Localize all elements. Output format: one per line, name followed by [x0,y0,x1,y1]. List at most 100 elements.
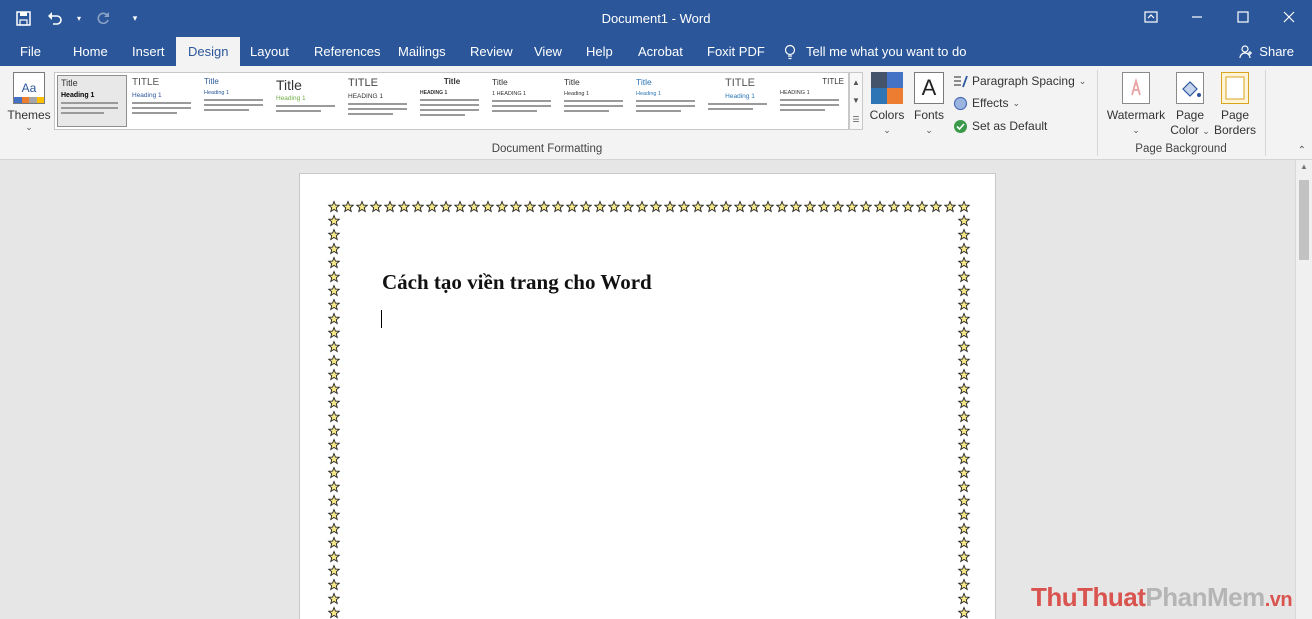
document-formatting-group-label: Document Formatting [491,143,603,155]
chevron-down-icon: ⌄ [25,122,33,132]
border-star [341,200,355,213]
group-separator [1265,70,1266,156]
set-as-default-button[interactable]: Set as Default [953,116,1047,136]
tab-review[interactable]: Review [458,37,525,66]
style-set-item[interactable]: Title Heading 1 [561,75,631,127]
border-star [537,200,551,213]
border-star [453,200,467,213]
tab-references[interactable]: References [302,37,392,66]
border-star [957,298,971,311]
scrollbar-thumb[interactable] [1299,180,1309,260]
border-star [957,466,971,479]
style-set-item[interactable]: TITLE HEADING 1 [777,75,847,127]
share-button[interactable]: Share [1239,37,1294,66]
scroll-up-icon[interactable]: ▲ [1296,162,1312,171]
tab-acrobat[interactable]: Acrobat [626,37,695,66]
border-star [845,200,859,213]
tab-foxit-pdf[interactable]: Foxit PDF [695,37,777,66]
border-star [327,312,341,325]
tab-layout[interactable]: Layout [238,37,301,66]
tab-help[interactable]: Help [574,37,625,66]
themes-button[interactable]: Aa Themes ⌄ [6,70,52,140]
style-set-item[interactable]: Title Heading 1 [57,75,127,127]
style-set-item[interactable]: Title HEADING 1 [417,75,487,127]
page-color-button[interactable]: Page Color ⌄ [1168,70,1212,139]
border-star [957,382,971,395]
themes-label: Themes [7,108,51,122]
border-star [327,256,341,269]
close-button[interactable] [1266,0,1312,34]
style-set-item[interactable]: Title 1 HEADING 1 [489,75,559,127]
border-star [327,354,341,367]
border-star [327,200,341,213]
fonts-label: Fonts [913,108,944,122]
border-star [859,200,873,213]
ribbon-display-options-button[interactable] [1128,0,1174,34]
vertical-scrollbar[interactable]: ▲ [1295,160,1312,619]
watermark-button[interactable]: Watermark ⌄ [1104,70,1168,138]
border-star [327,466,341,479]
style-set-item[interactable]: TITLE HEADING 1 [345,75,415,127]
tab-view[interactable]: View [522,37,574,66]
border-star [635,200,649,213]
border-star [957,522,971,535]
effects-button[interactable]: Effects ⌄ [953,93,1020,113]
style-set-item[interactable]: Title Heading 1 [273,75,343,127]
border-star [775,200,789,213]
paragraph-spacing-label: Paragraph Spacing [972,74,1075,88]
tab-home[interactable]: Home [61,37,120,66]
tab-insert[interactable]: Insert [120,37,177,66]
document-heading[interactable]: Cách tạo viền trang cho Word [382,270,652,295]
style-set-item[interactable]: TITLE Heading 1 [705,75,775,127]
border-star [327,396,341,409]
lightbulb-icon [784,44,796,59]
border-star [705,200,719,213]
tell-me-search[interactable]: Tell me what you want to do [784,37,966,66]
style-set-item[interactable]: Title Heading 1 [201,75,271,127]
page-borders-button[interactable]: Page Borders [1212,70,1258,138]
border-star [327,326,341,339]
border-star [565,200,579,213]
border-star [327,452,341,465]
paragraph-spacing-button[interactable]: Paragraph Spacing ⌄ [953,71,1086,91]
border-star [957,284,971,297]
gallery-more-icon[interactable]: ☰ [852,115,859,124]
gallery-scrollbar[interactable]: ▲ ▼ ☰ [849,72,863,130]
border-star [579,200,593,213]
border-star [327,550,341,563]
minimize-button[interactable] [1174,0,1220,34]
border-star [957,270,971,283]
title-bar: ▾ ▾ Document1 - Word [0,0,1312,37]
tab-mailings[interactable]: Mailings [386,37,458,66]
border-star [957,354,971,367]
border-star [327,298,341,311]
document-page[interactable]: Cách tạo viền trang cho Word [299,173,996,619]
effects-icon [953,96,968,111]
colors-button[interactable]: Colors ⌄ [866,70,908,138]
border-star [957,214,971,227]
border-star [495,200,509,213]
border-star [523,200,537,213]
close-icon [1283,11,1295,23]
style-set-gallery: Title Heading 1 TITLE Heading 1 Title He… [54,72,849,130]
style-set-item[interactable]: Title Heading 1 [633,75,703,127]
maximize-button[interactable] [1220,0,1266,34]
site-watermark: ThuThuatPhanMem.vn [1031,582,1293,612]
border-star [957,578,971,591]
gallery-down-icon[interactable]: ▼ [852,96,860,105]
border-star [957,536,971,549]
border-star [957,438,971,451]
border-star [915,200,929,213]
collapse-ribbon-icon[interactable]: ⌃ [1298,145,1306,156]
border-star [327,564,341,577]
tab-file[interactable]: File [8,37,53,66]
fonts-button[interactable]: A Fonts ⌄ [910,70,948,138]
gallery-up-icon[interactable]: ▲ [852,78,860,87]
border-star [761,200,775,213]
effects-label: Effects [972,96,1009,110]
style-set-item[interactable]: TITLE Heading 1 [129,75,199,127]
palette-icon [871,72,903,104]
text-cursor [381,310,382,328]
border-star [957,200,971,213]
tab-design[interactable]: Design [176,37,241,66]
